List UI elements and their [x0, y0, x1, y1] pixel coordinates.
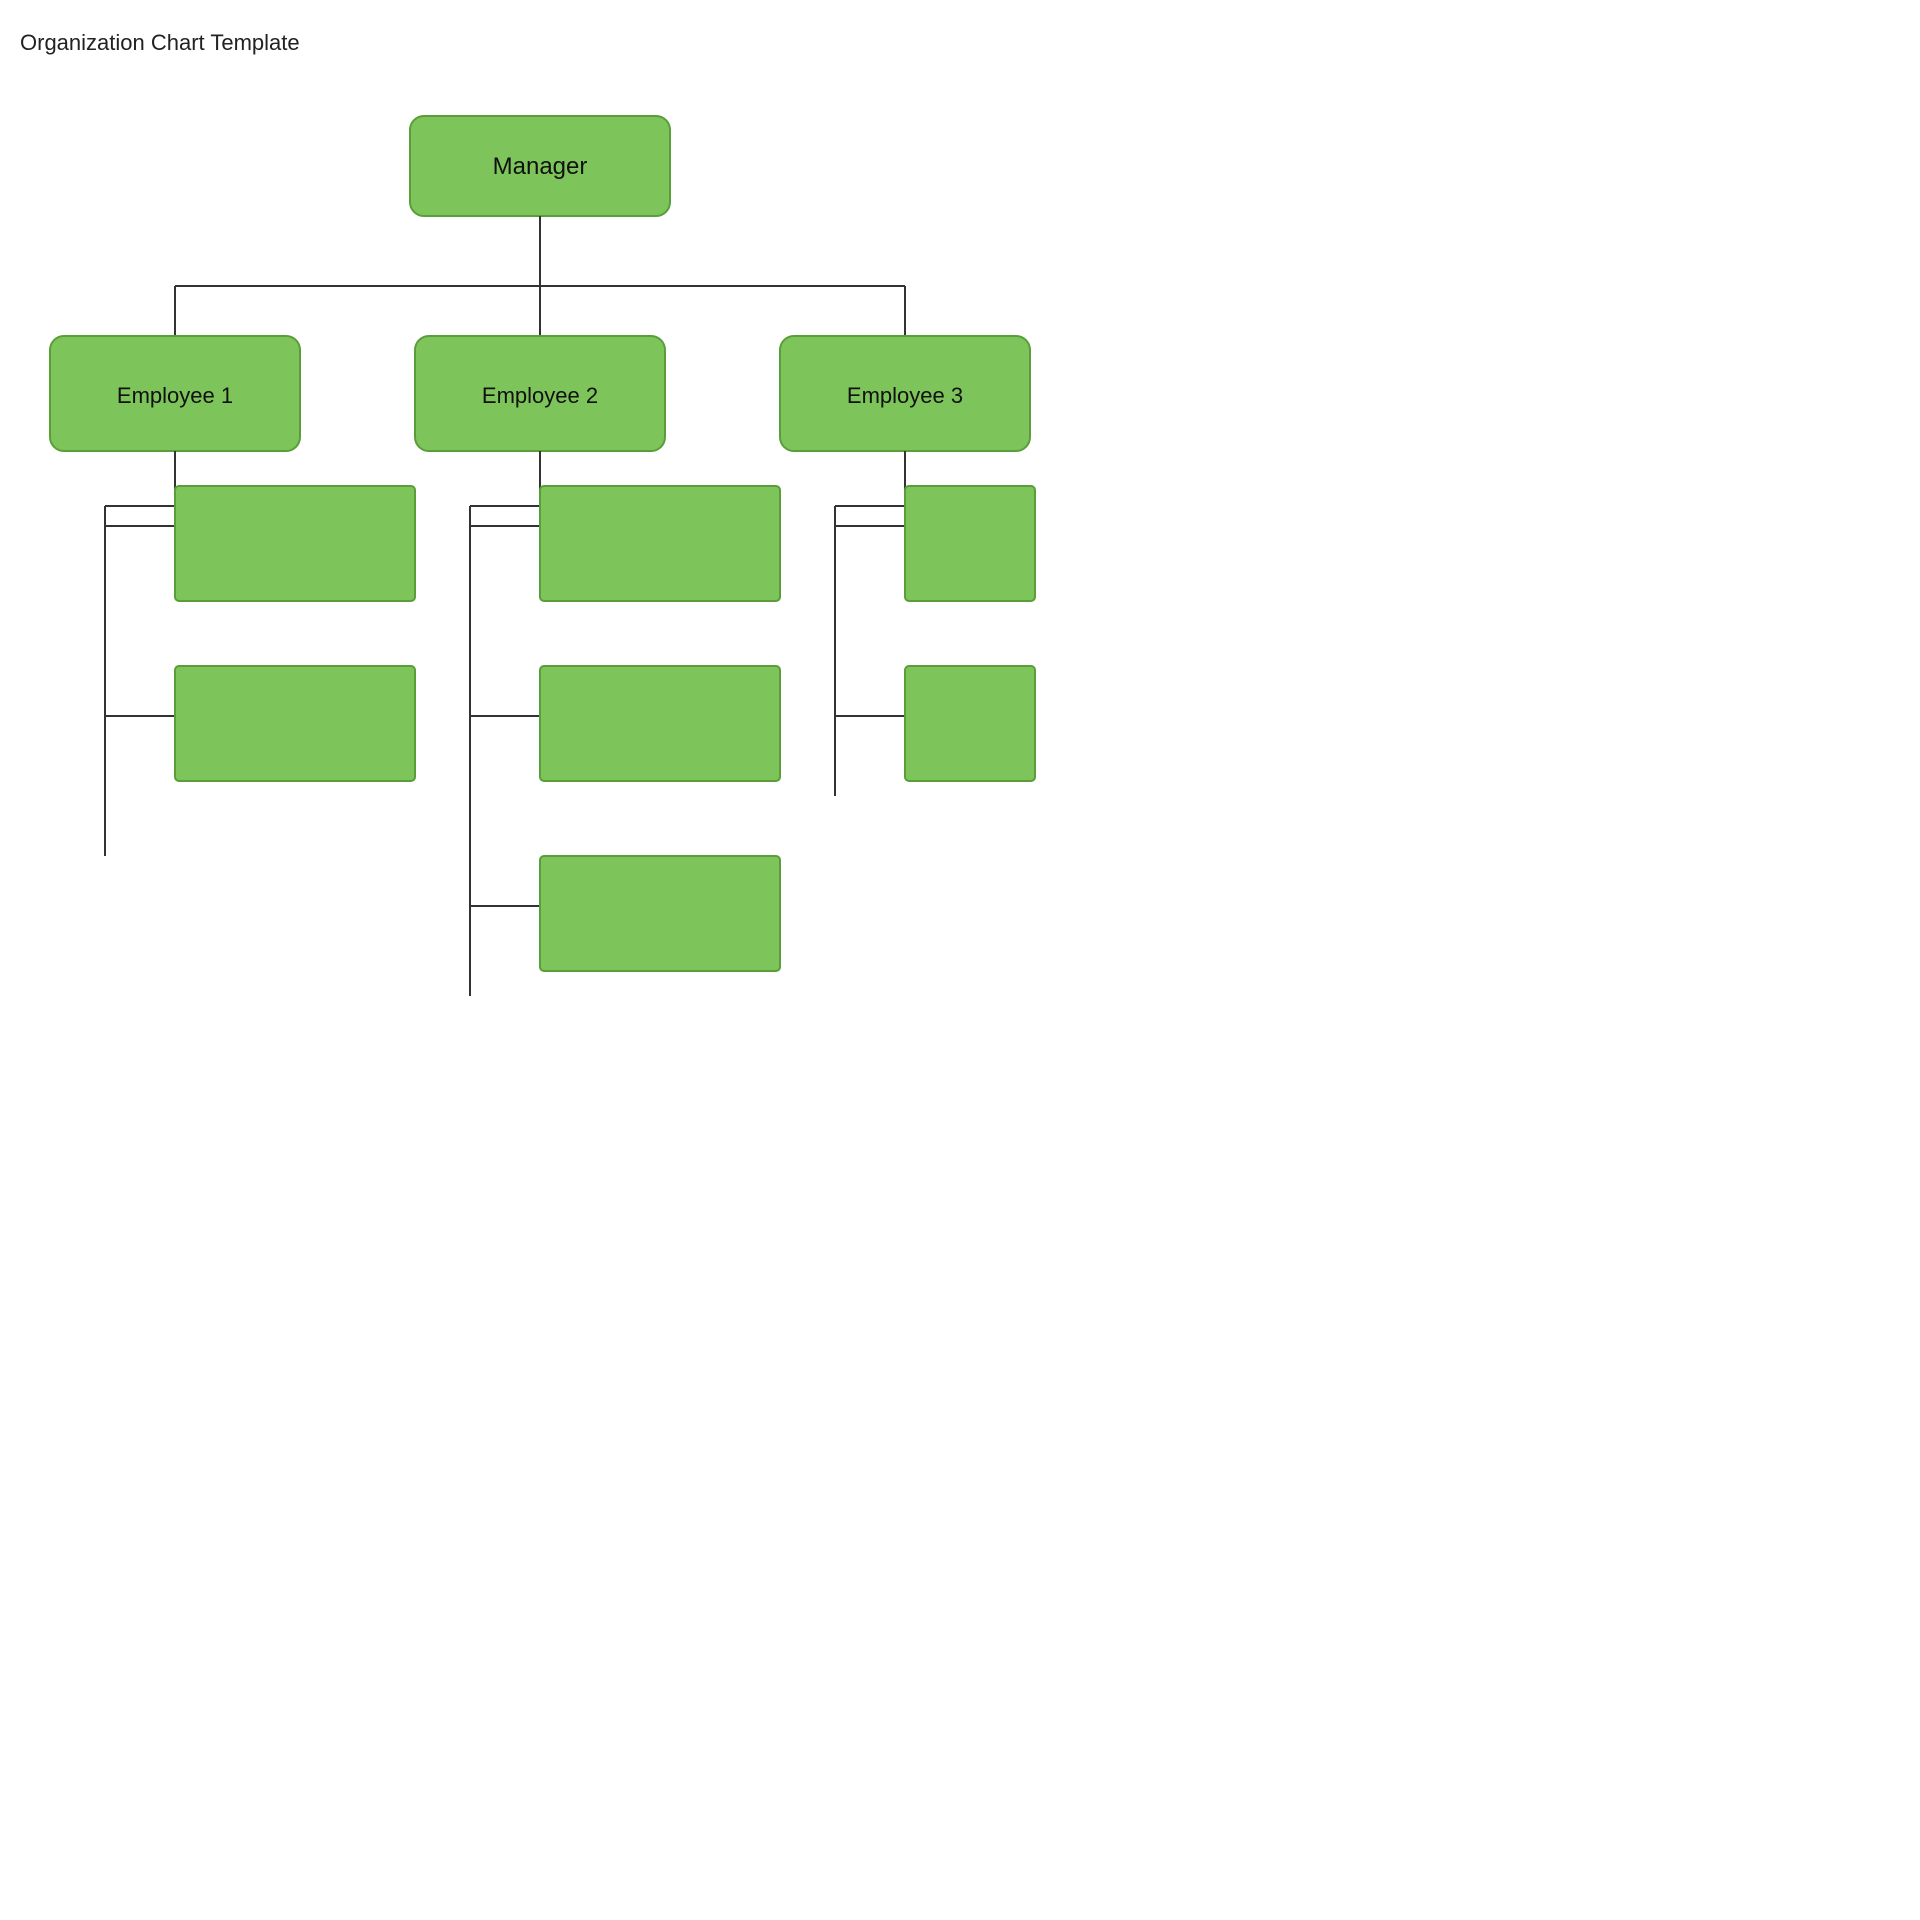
page-title: Organization Chart Template [20, 30, 1060, 56]
emp3-sub1-node [905, 486, 1035, 601]
emp2-sub3-node [540, 856, 780, 971]
emp1-sub1-node [175, 486, 415, 601]
emp1-sub2-node [175, 666, 415, 781]
org-chart: Manager Employee 1 Employee 2 Employee 3 [20, 96, 1060, 996]
manager-label: Manager [493, 153, 588, 180]
employee3-label: Employee 3 [847, 383, 963, 408]
employee1-label: Employee 1 [117, 383, 233, 408]
emp3-sub2-node [905, 666, 1035, 781]
emp2-sub1-node [540, 486, 780, 601]
employee2-label: Employee 2 [482, 383, 598, 408]
org-chart-svg: Manager Employee 1 Employee 2 Employee 3 [20, 96, 1060, 996]
emp2-sub2-node [540, 666, 780, 781]
